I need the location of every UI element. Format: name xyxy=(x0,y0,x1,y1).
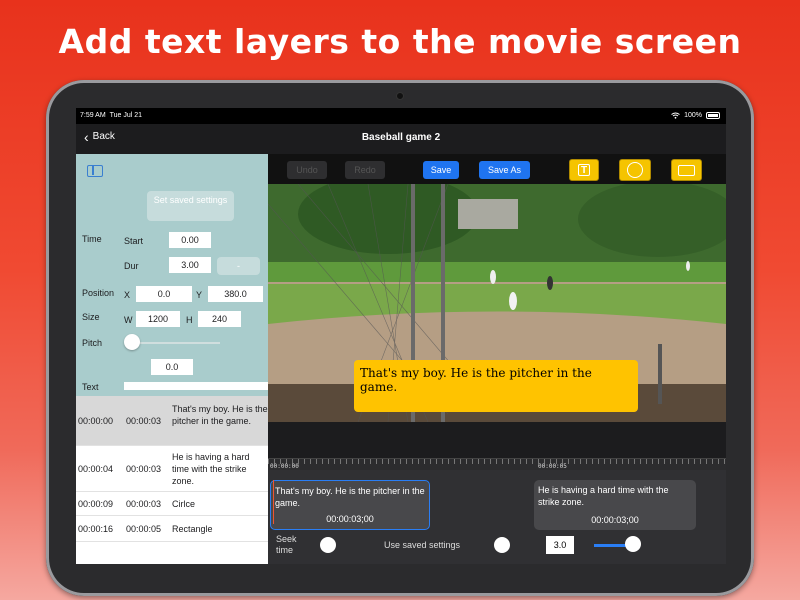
set-saved-settings-button[interactable]: Set saved settings xyxy=(147,191,234,221)
layer-text: He is having a hard time with the strike… xyxy=(172,452,250,486)
timeline-controls: Seek time Use saved settings 3.0 xyxy=(268,534,726,564)
text-label: Text xyxy=(82,382,99,392)
list-item[interactable]: 00:00:04 00:00:03 He is having a hard ti… xyxy=(76,446,268,492)
text-input[interactable] xyxy=(124,382,268,390)
save-as-button[interactable]: Save As xyxy=(479,161,530,179)
wifi-icon xyxy=(671,112,680,119)
save-button[interactable]: Save xyxy=(423,161,459,179)
layer-start: 00:00:09 xyxy=(78,499,114,509)
seek-time-label: Seek time xyxy=(276,534,297,555)
editor-toolbar: Undo Redo Save Save As T xyxy=(268,154,726,184)
width-field[interactable]: 1200 xyxy=(136,311,180,327)
list-item[interactable]: 00:00:09 00:00:03 Cirlce xyxy=(76,492,268,516)
sidebar-toggle-icon[interactable] xyxy=(87,165,103,177)
speed-slider-thumb[interactable] xyxy=(625,536,641,552)
dur-label: Dur xyxy=(124,261,139,271)
size-label: Size xyxy=(82,312,100,322)
list-item[interactable]: 00:00:16 00:00:05 Rectangle xyxy=(76,516,268,542)
status-date: Tue Jul 21 xyxy=(109,112,143,119)
y-field[interactable]: 380.0 xyxy=(208,286,263,302)
battery-percent: 100% xyxy=(684,112,702,119)
front-camera xyxy=(396,92,404,100)
w-label: W xyxy=(124,315,133,325)
timeline-tracks: That's my boy. He is the pitcher in the … xyxy=(268,470,726,540)
undo-button[interactable]: Undo xyxy=(287,161,327,179)
status-time: 7:59 AM Tue Jul 21 xyxy=(80,112,142,119)
height-field[interactable]: 240 xyxy=(198,311,241,327)
x-label: X xyxy=(124,290,131,300)
speed-field[interactable]: 3.0 xyxy=(546,536,574,554)
add-text-button[interactable]: T xyxy=(569,159,599,181)
start-label: Start xyxy=(124,236,144,246)
position-label: Position xyxy=(82,288,115,298)
navigation-bar: ‹ Back Baseball game 2 xyxy=(76,124,726,154)
pitch-label: Pitch xyxy=(82,338,103,348)
layer-duration: 00:00:03 xyxy=(126,416,162,426)
add-circle-button[interactable] xyxy=(619,159,651,181)
clip-text: That's my boy. He is the pitcher in the … xyxy=(275,486,425,508)
video-preview[interactable]: That's my boy. He is the pitcher in the … xyxy=(268,184,726,422)
timeline-clip[interactable]: He is having a hard time with the strike… xyxy=(534,480,696,530)
layer-start: 00:00:04 xyxy=(78,464,114,474)
layer-start: 00:00:16 xyxy=(78,524,114,534)
layer-text: Cirlce xyxy=(172,499,196,509)
circle-icon xyxy=(627,162,643,178)
stepper-minus: - xyxy=(237,261,240,271)
duration-stepper[interactable]: - xyxy=(217,257,260,275)
timeline-ruler[interactable]: 00:00:00 00:00:05 xyxy=(268,458,726,470)
timeline-ticks xyxy=(268,459,726,464)
x-field[interactable]: 0.0 xyxy=(136,286,192,302)
start-field[interactable]: 0.00 xyxy=(169,232,211,248)
clip-duration: 00:00:03;00 xyxy=(326,514,374,524)
text-t-glyph: T xyxy=(581,165,588,176)
add-rectangle-button[interactable] xyxy=(671,159,702,181)
redo-button[interactable]: Redo xyxy=(345,161,385,179)
timeline-label-mid: 00:00:05 xyxy=(538,463,567,470)
layer-duration: 00:00:03 xyxy=(126,499,162,509)
playhead-indicator[interactable] xyxy=(273,480,274,524)
page-title: Baseball game 2 xyxy=(361,132,441,143)
status-clock: 7:59 AM xyxy=(80,112,106,119)
status-bar: 7:59 AM Tue Jul 21 100% xyxy=(76,108,726,124)
time-label: Time xyxy=(82,234,102,244)
layer-start: 00:00:00 xyxy=(78,416,114,426)
layer-text: That's my boy. He is the pitcher in the … xyxy=(172,404,268,426)
clip-text: He is having a hard time with the strike… xyxy=(538,485,669,507)
pitch-slider-thumb[interactable] xyxy=(124,334,140,350)
y-label: Y xyxy=(196,290,203,300)
timeline-label-start: 00:00:00 xyxy=(270,463,299,470)
timeline-clip[interactable]: That's my boy. He is the pitcher in the … xyxy=(270,480,430,530)
status-indicators: 100% xyxy=(671,112,720,119)
rectangle-icon xyxy=(678,165,695,176)
pitch-field[interactable]: 0.0 xyxy=(151,359,193,375)
list-item[interactable]: 00:00:00 00:00:03 That's my boy. He is t… xyxy=(76,396,268,446)
layer-list: 00:00:00 00:00:03 That's my boy. He is t… xyxy=(76,396,268,564)
duration-field[interactable]: 3.00 xyxy=(169,257,211,273)
video-letterbox xyxy=(268,422,726,458)
use-saved-settings-label: Use saved settings xyxy=(384,540,461,550)
layer-duration: 00:00:03 xyxy=(126,464,162,474)
layer-text: Rectangle xyxy=(172,524,213,534)
use-saved-settings-toggle[interactable] xyxy=(494,537,510,553)
headline: Add text layers to the movie screen xyxy=(58,22,742,61)
pitch-slider-track[interactable] xyxy=(128,342,220,344)
app-screen: 7:59 AM Tue Jul 21 100% ‹ Back Baseball … xyxy=(76,108,726,564)
clip-duration: 00:00:03;00 xyxy=(591,515,639,525)
text-layer-caption[interactable]: That's my boy. He is the pitcher in the … xyxy=(354,360,638,412)
battery-icon xyxy=(706,112,720,119)
seek-time-toggle[interactable] xyxy=(320,537,336,553)
h-label: H xyxy=(186,315,193,325)
layer-duration: 00:00:05 xyxy=(126,524,162,534)
